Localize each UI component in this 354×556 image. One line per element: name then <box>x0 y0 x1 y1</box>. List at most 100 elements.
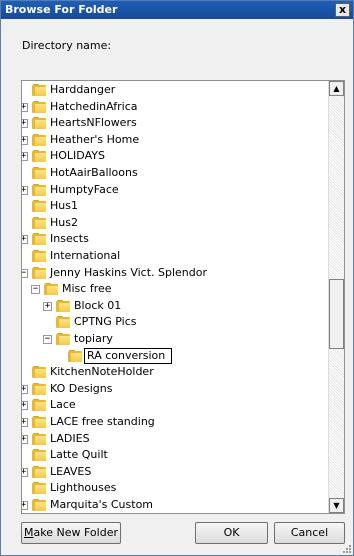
folder-icon <box>32 150 46 163</box>
folder-icon <box>44 283 58 296</box>
tree-node[interactable]: + LEAVES <box>22 464 328 480</box>
browse-for-folder-dialog: Browse For Folder x Directory name: Hard… <box>0 0 354 556</box>
tree-node-label: LACE free standing <box>50 415 155 428</box>
folder-icon <box>32 100 46 114</box>
tree-node[interactable]: HotAairBalloons <box>22 165 328 181</box>
folder-icon <box>56 333 70 346</box>
scroll-down-arrow-icon[interactable]: ▼ <box>329 498 344 513</box>
tree-node[interactable]: + HatchedinAfrica <box>22 99 328 115</box>
cancel-button[interactable]: Cancel <box>274 522 345 544</box>
scroll-up-arrow-icon[interactable]: ▲ <box>329 81 344 96</box>
expand-plus-icon[interactable]: + <box>22 467 28 477</box>
tree-node-label: HatchedinAfrica <box>50 99 138 113</box>
tree-node[interactable]: Hus2 <box>22 215 328 231</box>
folder-icon <box>32 117 46 130</box>
expand-plus-icon[interactable]: + <box>22 185 28 195</box>
tree-node[interactable]: + Block 01 <box>22 298 328 314</box>
tree-node[interactable]: + KO Designs <box>22 381 328 397</box>
folder-icon <box>32 133 46 147</box>
tree-node-label: Misc free <box>62 282 112 296</box>
tree-node[interactable]: + LADIES <box>22 431 328 447</box>
tree-node-label: HumptyFace <box>50 182 119 196</box>
tree-node[interactable]: Lighthouses <box>22 480 328 496</box>
folder-icon <box>56 316 70 329</box>
tree-node[interactable]: + Lace <box>22 397 328 413</box>
tree-node-label: Lighthouses <box>50 481 117 495</box>
tree-node[interactable]: + HumptyFace <box>22 182 328 198</box>
expand-plus-icon[interactable]: + <box>22 102 28 112</box>
expand-plus-icon[interactable]: + <box>22 384 28 394</box>
tree-node[interactable]: − Jenny Haskins Vict. Splendor <box>22 265 328 281</box>
folder-icon <box>32 183 46 197</box>
tree-node-label: Marquita's Custom <box>50 498 154 511</box>
expand-plus-icon[interactable]: + <box>22 401 28 411</box>
make-new-folder-label: ake New Folder <box>33 526 118 539</box>
tree-node[interactable]: + HeartsNFlowers <box>22 115 328 131</box>
tree-node-label: Hus1 <box>50 199 78 213</box>
tree-node-label: Lace <box>50 398 76 412</box>
vertical-scrollbar[interactable]: ▲ ▼ <box>328 81 344 513</box>
folder-icon <box>32 216 46 230</box>
folder-icon <box>32 482 46 495</box>
tree-node-label: CPTNG Pics <box>74 315 137 329</box>
folder-tree-list: Harddanger + HatchedinAfrica + HeartsNFlower… <box>22 81 328 513</box>
title-bar[interactable]: Browse For Folder x <box>1 1 353 19</box>
window-title: Browse For Folder <box>5 3 118 16</box>
expand-plus-icon[interactable]: + <box>22 501 28 510</box>
collapse-minus-icon[interactable]: − <box>22 268 28 278</box>
tree-node[interactable]: International <box>22 248 328 264</box>
expand-plus-icon[interactable]: + <box>22 135 28 145</box>
tree-node[interactable]: + Heather's Home <box>22 132 328 148</box>
tree-node-label: HOLIDAYS <box>50 149 105 163</box>
expand-plus-icon[interactable]: + <box>22 235 28 245</box>
folder-icon <box>32 266 46 280</box>
tree-node[interactable]: − Misc free <box>22 281 328 297</box>
expand-plus-icon[interactable]: + <box>43 301 52 311</box>
folder-icon <box>32 84 46 97</box>
make-new-folder-accelerator: M <box>24 526 34 539</box>
folder-icon <box>32 399 46 412</box>
rename-folder-input[interactable]: RA conversion <box>84 347 172 364</box>
tree-node[interactable]: + HOLIDAYS <box>22 148 328 164</box>
tree-node-label: HotAairBalloons <box>50 166 138 179</box>
tree-node[interactable]: + LACE free standing <box>22 414 328 430</box>
tree-node[interactable]: KitchenNoteHolder <box>22 364 328 380</box>
tree-node-label: topiary <box>74 332 113 345</box>
folder-icon <box>68 349 82 363</box>
expand-plus-icon[interactable]: + <box>22 418 28 427</box>
tree-node[interactable]: − topiary <box>22 331 328 347</box>
collapse-minus-icon[interactable]: − <box>43 335 52 344</box>
tree-node[interactable]: RA conversion <box>22 347 328 364</box>
tree-node[interactable]: Latte Quilt <box>22 447 328 463</box>
expand-plus-icon[interactable]: + <box>22 119 28 129</box>
expand-plus-icon[interactable]: + <box>22 434 28 444</box>
folder-icon <box>32 250 46 263</box>
directory-name-label: Directory name: <box>22 39 112 52</box>
tree-node[interactable]: Harddanger <box>22 82 328 98</box>
folder-tree[interactable]: Harddanger + HatchedinAfrica + HeartsNFlower… <box>21 80 345 514</box>
scrollbar-thumb[interactable] <box>329 279 344 349</box>
folder-icon <box>32 499 46 512</box>
folder-icon <box>32 366 46 379</box>
tree-node[interactable]: CPTNG Pics <box>22 314 328 330</box>
tree-node-label: Block 01 <box>74 298 122 312</box>
folder-icon <box>32 233 46 246</box>
folder-icon <box>56 299 70 313</box>
tree-node-label: KO Designs <box>50 381 113 395</box>
ok-button[interactable]: OK <box>195 522 268 544</box>
tree-node-label: KitchenNoteHolder <box>50 365 154 379</box>
folder-icon <box>32 200 46 213</box>
tree-node-label: Insects <box>50 232 89 246</box>
make-new-folder-button[interactable]: Make New Folder <box>21 522 121 544</box>
tree-node-label: Heather's Home <box>50 132 140 146</box>
tree-node[interactable]: + Marquita's Custom <box>22 497 328 513</box>
resize-grip-icon[interactable] <box>340 542 352 554</box>
tree-node-label: LEAVES <box>50 464 92 478</box>
tree-node-label: LADIES <box>50 431 90 445</box>
expand-plus-icon[interactable]: + <box>22 152 28 162</box>
tree-node-label: Hus2 <box>50 215 78 229</box>
tree-node[interactable]: + Insects <box>22 231 328 247</box>
collapse-minus-icon[interactable]: − <box>31 285 40 295</box>
close-button[interactable]: x <box>335 3 350 17</box>
tree-node[interactable]: Hus1 <box>22 198 328 214</box>
